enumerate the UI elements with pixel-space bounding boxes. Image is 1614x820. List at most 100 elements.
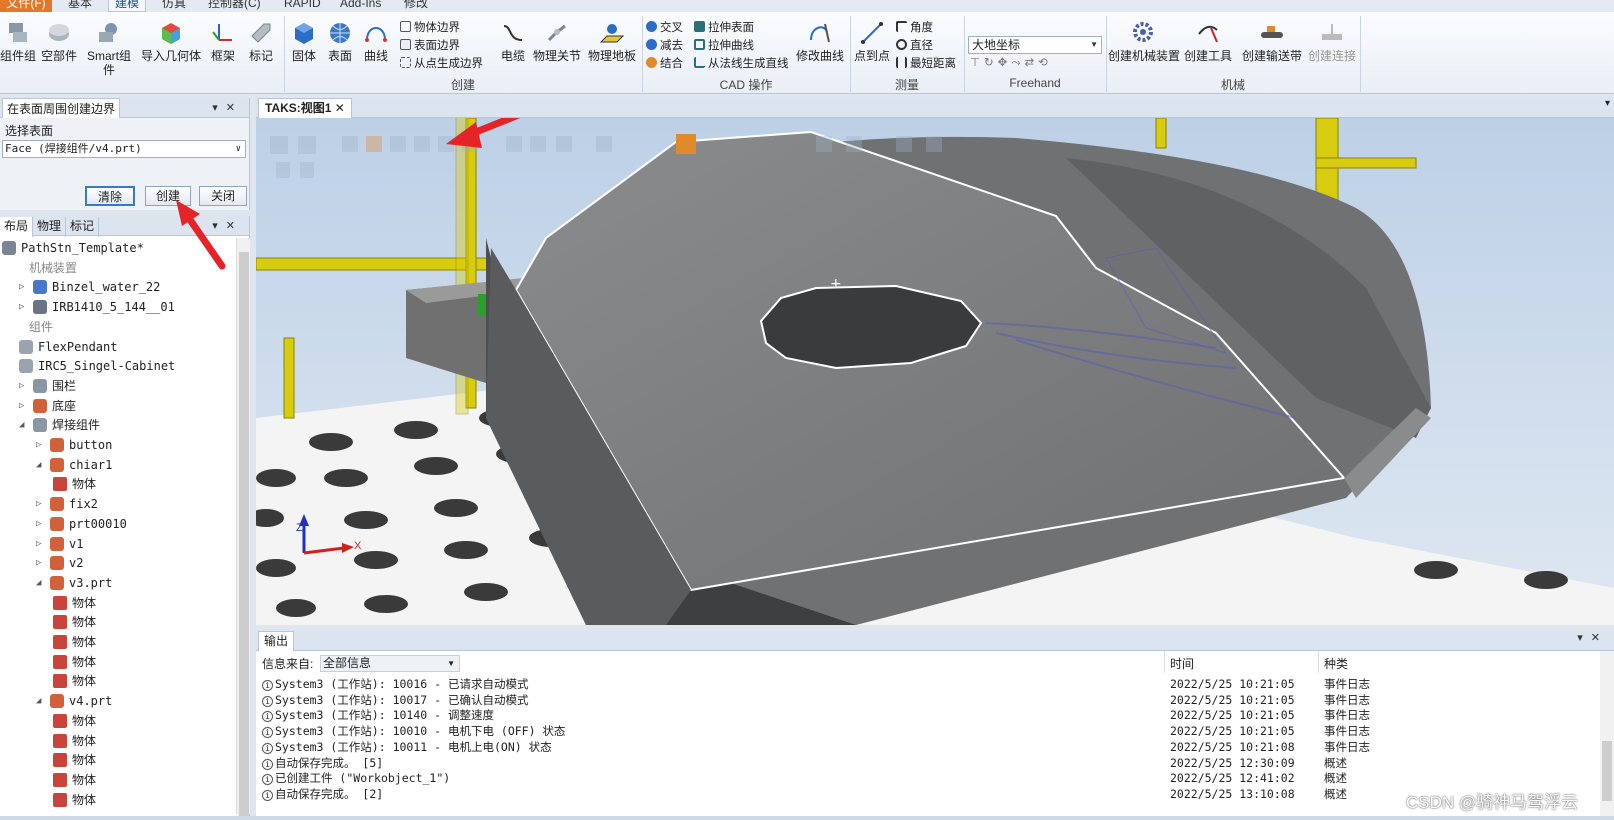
create-mechanism-button[interactable]: 创建机械装置 (1108, 20, 1180, 63)
tree-item[interactable]: IRC5_Singel-Cabinet (19, 356, 175, 376)
create-conveyor-button[interactable]: 创建输送带 (1240, 20, 1304, 63)
tree-item[interactable]: ▷ v1 (36, 534, 83, 554)
freehand-joint-icon[interactable]: ⤳ (1011, 57, 1024, 69)
subtract-button[interactable]: 减去 (646, 39, 683, 53)
tab-addins[interactable]: Add-Ins (340, 0, 381, 12)
close-icon[interactable]: ✕ (335, 101, 345, 115)
viewport-tab[interactable]: TAKS:视图1 ✕ (258, 98, 352, 118)
tree-list[interactable]: PathStn_Template* 机械装置 ▷ Binzel_water_22 ▷ IR… (0, 238, 236, 814)
expand-toggle-icon[interactable]: ◢ (19, 415, 24, 435)
tree-item[interactable]: ◢ 焊接组件 (19, 415, 100, 435)
tree-item[interactable]: PathStn_Template* (2, 238, 144, 258)
output-row[interactable]: i System3 (工作站): 10010 - 电机下电 (OFF) 状态 (262, 723, 565, 739)
tree-item[interactable]: ▷ IRB1410_5_144__01 (19, 297, 175, 317)
tree-item[interactable]: ▷ button (36, 435, 112, 455)
tab-tags[interactable]: 标记 (66, 217, 100, 237)
tab-home[interactable]: 基本 (68, 0, 92, 12)
line-from-normal-button[interactable]: 从法线生成直线 (694, 57, 789, 71)
tree-item[interactable]: ▷ prt00010 (36, 514, 127, 534)
tab-layout[interactable]: 布局 (0, 217, 34, 237)
expand-toggle-icon[interactable]: ▷ (36, 494, 41, 514)
expand-toggle-icon[interactable]: ◢ (36, 455, 41, 475)
create-connection-button[interactable]: 创建连接 (1306, 20, 1358, 63)
freehand-move-icon[interactable]: ⊤ (970, 57, 984, 69)
kind-column-header[interactable]: 种类 (1324, 655, 1348, 672)
close-icon[interactable]: ✕ (226, 102, 243, 114)
pin-icon[interactable]: ▾ (212, 102, 226, 114)
empty-part-button[interactable]: 空部件 (40, 20, 78, 63)
clear-button[interactable]: 清除 (85, 186, 135, 206)
scroll-thumb[interactable] (1602, 741, 1612, 801)
shortest-distance-button[interactable]: 最短距离 (896, 57, 956, 71)
solid-button[interactable]: 固体 (288, 20, 320, 63)
surface-button[interactable]: 表面 (324, 20, 356, 63)
surface-select[interactable]: Face (焊接组件/v4.prt) ∨ (2, 140, 246, 158)
tree-item[interactable]: ▷ 围栏 (19, 376, 76, 396)
time-column-header[interactable]: 时间 (1170, 655, 1194, 672)
cable-button[interactable]: 电缆 (498, 20, 528, 63)
tab-file[interactable]: 文件(F) (0, 0, 52, 12)
scroll-thumb[interactable] (239, 252, 249, 820)
expand-toggle-icon[interactable]: ▷ (19, 277, 24, 297)
expand-toggle-icon[interactable]: ▷ (19, 297, 24, 317)
tab-physics[interactable]: 物理 (33, 217, 67, 237)
freehand-jog-icon[interactable]: ✥ (998, 57, 1012, 69)
expand-toggle-icon[interactable]: ▷ (19, 376, 24, 396)
tree-scrollbar[interactable] (236, 238, 250, 820)
output-row[interactable]: i System3 (工作站): 10017 - 已确认自动模式 (262, 692, 528, 708)
source-filter-select[interactable]: 全部信息 ▼ (320, 655, 460, 672)
freehand-linear-icon[interactable]: ⇄ (1025, 57, 1039, 69)
physics-floor-button[interactable]: 物理地板 (586, 20, 638, 63)
tree-item[interactable]: 物体 (53, 632, 96, 652)
freehand-rotate-icon[interactable]: ↻ (984, 57, 998, 69)
tree-item[interactable]: 物体 (53, 652, 96, 672)
frame-button[interactable]: 框架 (206, 20, 240, 63)
modify-curve-button[interactable]: 修改曲线 (794, 20, 846, 63)
tree-item[interactable]: 物体 (53, 750, 96, 770)
output-row[interactable]: i 自动保存完成。 [5] (262, 755, 383, 771)
tree-item[interactable]: 物体 (53, 593, 96, 613)
import-geometry-button[interactable]: 导入几何体 (140, 20, 202, 63)
tree-item[interactable]: ▷ fix2 (36, 494, 98, 514)
snap-edge-icon[interactable] (676, 134, 696, 154)
tab-rapid[interactable]: RAPID (284, 0, 321, 12)
tree-item[interactable]: 物体 (53, 612, 96, 632)
object-border-button[interactable]: 物体边界 (400, 21, 460, 35)
border-from-points-button[interactable]: 从点生成边界 (400, 57, 483, 71)
tree-item[interactable]: 物体 (53, 474, 96, 494)
output-row[interactable]: i 自动保存完成。 [2] (262, 786, 383, 802)
tab-simulation[interactable]: 仿真 (162, 0, 186, 12)
tree-item[interactable]: ▷ Binzel_water_22 (19, 277, 160, 297)
tree-item[interactable]: ◢ v3.prt (36, 573, 112, 593)
expand-toggle-icon[interactable]: ▷ (36, 553, 41, 573)
diameter-button[interactable]: 直径 (896, 39, 933, 53)
tree-item[interactable]: ▷ v2 (36, 553, 83, 573)
expand-toggle-icon[interactable]: ◢ (36, 573, 41, 593)
extrude-curve-button[interactable]: 拉伸曲线 (694, 39, 754, 53)
surface-border-button[interactable]: 表面边界 (400, 39, 460, 53)
create-tool-button[interactable]: 创建工具 (1182, 20, 1234, 63)
pin-icon[interactable]: ▾ (1577, 632, 1591, 644)
component-group-button[interactable]: 组件组 (0, 20, 36, 63)
output-scrollbar[interactable] (1600, 651, 1614, 816)
output-row[interactable]: i System3 (工作站): 10011 - 电机上电(ON) 状态 (262, 739, 552, 755)
close-icon[interactable]: ✕ (1591, 632, 1608, 644)
expand-toggle-icon[interactable]: ▷ (36, 514, 41, 534)
expand-toggle-icon[interactable]: ▷ (19, 396, 24, 416)
tree-item[interactable]: 物体 (53, 790, 96, 810)
tab-modeling[interactable]: 建模 (108, 0, 147, 12)
smart-component-button[interactable]: Smart组件 (82, 20, 136, 77)
expand-toggle-icon[interactable]: ◢ (36, 691, 41, 711)
coordinate-system-select[interactable]: 大地坐标 ▼ (968, 36, 1102, 54)
output-row[interactable]: i System3 (工作站): 10140 - 调整速度 (262, 707, 494, 723)
curve-button[interactable]: 曲线 (360, 20, 392, 63)
freehand-tools[interactable]: ⊤↻✥⤳⇄⟲ (970, 56, 1052, 70)
expand-toggle-icon[interactable]: ▷ (36, 534, 41, 554)
tree-item[interactable]: 物体 (53, 711, 96, 731)
pin-icon[interactable]: ▾ (1605, 98, 1610, 109)
tag-button[interactable]: 标记 (244, 20, 278, 63)
intersect-button[interactable]: 交叉 (646, 21, 683, 35)
tree-item[interactable]: 物体 (53, 770, 96, 790)
union-button[interactable]: 结合 (646, 57, 683, 71)
tree-item[interactable]: ◢ chiar1 (36, 455, 112, 475)
